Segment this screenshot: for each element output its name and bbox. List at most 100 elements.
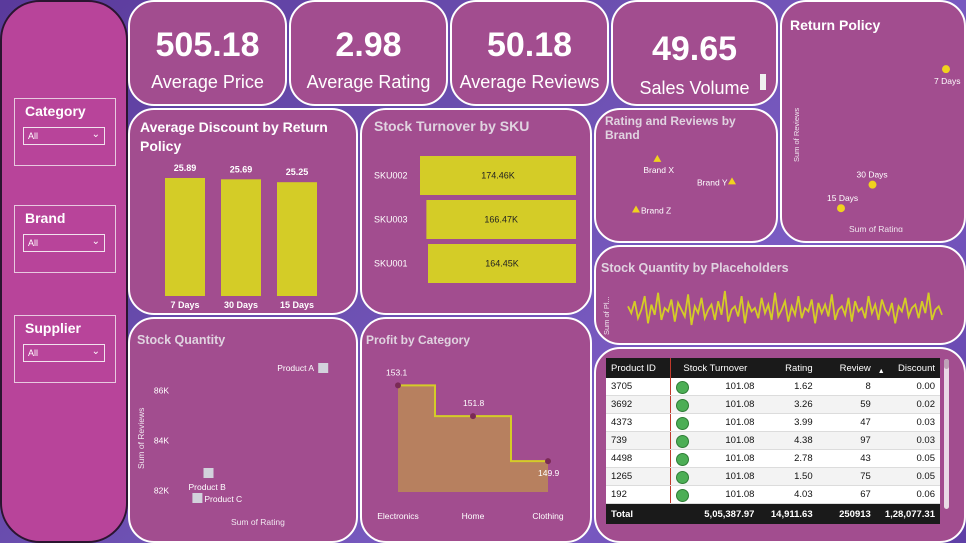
cell-product-id: 739 [606, 431, 671, 450]
cell-discount: 0.06 [875, 485, 940, 504]
cell-rating: 3.99 [759, 413, 818, 432]
sort-ascending-icon: ▲ [877, 368, 885, 375]
cell-product-id: 4498 [606, 449, 671, 468]
return-policy-point[interactable] [942, 65, 950, 74]
category-slicer[interactable]: Category All ⌄ [14, 98, 116, 166]
cell-review: 67 [817, 485, 876, 504]
cell-discount: 0.03 [875, 431, 940, 450]
cell-value: 101.08 [725, 453, 755, 464]
cell-value: 101.08 [725, 471, 755, 482]
cell-review: 75 [817, 467, 876, 486]
table-row[interactable]: 739 101.08 4.38 97 0.03 [606, 431, 940, 450]
product-point[interactable] [203, 468, 214, 478]
cell-rating: 4.03 [759, 485, 818, 504]
brand-point[interactable] [653, 154, 662, 162]
product-point[interactable] [192, 493, 203, 503]
stock-quantity-chart: Sum of Reviews Sum of Rating 86K 84K 82K Pr… [136, 363, 329, 527]
cell-discount: 0.03 [875, 413, 940, 432]
kpi-average-price: 505.18 Average Price [128, 0, 287, 106]
brand-dropdown[interactable]: All ⌄ [23, 234, 105, 252]
brand-dropdown-value: All [28, 238, 39, 248]
category-dropdown-value: All [28, 131, 39, 141]
table-row[interactable]: 3705 101.08 1.62 8 0.00 [606, 378, 940, 396]
status-dot-icon [676, 489, 690, 502]
scrollbar-thumb[interactable] [944, 359, 949, 369]
cell-value: 101.08 [725, 417, 755, 428]
column-header-stock-turnover[interactable]: Stock Turnover [670, 358, 760, 378]
point-label: 30 Days [857, 170, 888, 180]
total-turnover: 5,05,387.97 [670, 503, 760, 524]
product-point[interactable] [318, 363, 329, 373]
data-label: 153.1 [386, 367, 408, 377]
table-scrollbar[interactable] [944, 359, 949, 509]
point-label: Product B [189, 482, 227, 492]
column-header-rating[interactable]: Rating [759, 358, 818, 378]
brand-slicer-title: Brand [25, 210, 66, 226]
profit-point[interactable] [395, 382, 401, 389]
table-row[interactable]: 192 101.08 4.03 67 0.06 [606, 485, 940, 504]
discount-bar[interactable] [165, 178, 205, 296]
table-row[interactable]: 3692 101.08 3.26 59 0.02 [606, 395, 940, 414]
column-header-product-id[interactable]: Product ID [606, 358, 671, 378]
chevron-down-icon: ⌄ [91, 129, 100, 140]
stock-turnover-card: Stock Turnover by SKU 174.46K SKU002 166.4… [360, 108, 592, 315]
total-review: 250913 [817, 503, 876, 524]
column-header-review[interactable]: Review [817, 358, 876, 378]
return-policy-point[interactable] [868, 180, 877, 189]
total-label: Total [606, 503, 671, 524]
placeholders-line[interactable] [627, 290, 943, 326]
cell-stock-turnover: 101.08 [670, 378, 760, 396]
category-label: SKU003 [374, 215, 408, 225]
scrollbar[interactable] [760, 74, 766, 90]
stock-quantity-card: Stock Quantity Sum of Reviews Sum of Rat… [128, 317, 358, 543]
return-policy-point[interactable] [837, 204, 845, 213]
status-dot-icon [676, 453, 690, 466]
x-axis-label: Sum of Rating [231, 517, 285, 527]
kpi-label: Average Price [151, 72, 264, 92]
status-dot-icon [676, 435, 690, 448]
point-label: Brand X [643, 165, 674, 175]
kpi-sales-volume: 49.65 Sales Volume [611, 0, 778, 106]
y-axis-label: Sum of Reviews [792, 108, 801, 162]
discount-header-label: Discount [898, 362, 935, 374]
profit-point[interactable] [545, 458, 551, 465]
category-label: 30 Days [224, 300, 258, 310]
rating-reviews-card: Rating and Reviews by Brand Brand X Brand… [594, 108, 778, 243]
cell-stock-turnover: 101.08 [670, 449, 760, 468]
category-label: Clothing [532, 511, 563, 521]
table-row[interactable]: 4498 101.08 2.78 43 0.05 [606, 449, 940, 468]
data-label: 174.46K [481, 171, 515, 181]
data-label: 25.89 [174, 163, 197, 173]
cell-review: 8 [817, 378, 876, 396]
profit-category-chart: 153.1 Electronics 151.8 Home 149.9 Clothing [377, 367, 564, 521]
y-axis-label: Sum of Reviews [136, 408, 146, 469]
discount-bar[interactable] [221, 179, 261, 296]
cell-value: 101.08 [725, 381, 755, 392]
category-label: 7 Days [170, 300, 199, 310]
brand-point[interactable] [632, 205, 640, 213]
discount-bar[interactable] [277, 182, 317, 296]
category-dropdown[interactable]: All ⌄ [23, 127, 105, 145]
point-label: Brand Y [697, 177, 728, 187]
category-label: SKU001 [374, 259, 408, 269]
supplier-dropdown-value: All [28, 348, 39, 358]
kpi-value: 50.18 [486, 26, 573, 64]
brand-point[interactable] [728, 177, 736, 185]
supplier-slicer[interactable]: Supplier All ⌄ [14, 315, 116, 383]
category-label: SKU002 [374, 171, 408, 181]
supplier-dropdown[interactable]: All ⌄ [23, 344, 105, 362]
chevron-down-icon: ⌄ [91, 236, 100, 247]
profit-point[interactable] [470, 413, 476, 420]
column-header-discount[interactable]: ▲ Discount [875, 358, 940, 378]
brand-slicer[interactable]: Brand All ⌄ [14, 205, 116, 273]
supplier-slicer-title: Supplier [25, 320, 82, 336]
cell-value: 101.08 [725, 399, 755, 410]
point-label: 15 Days [827, 193, 858, 203]
return-policy-chart: Sum of Reviews Sum of Rating 7 Days 30 Da… [792, 65, 960, 232]
kpi-label: Average Rating [306, 72, 431, 92]
table-row[interactable]: 4373 101.08 3.99 47 0.03 [606, 413, 940, 432]
category-label: Electronics [377, 511, 419, 521]
table-header-row: Product ID Stock Turnover Rating Review … [606, 358, 940, 378]
table-row[interactable]: 1265 101.08 1.50 75 0.05 [606, 467, 940, 486]
filter-panel: Category All ⌄ Brand All ⌄ Supplier All … [0, 0, 128, 543]
